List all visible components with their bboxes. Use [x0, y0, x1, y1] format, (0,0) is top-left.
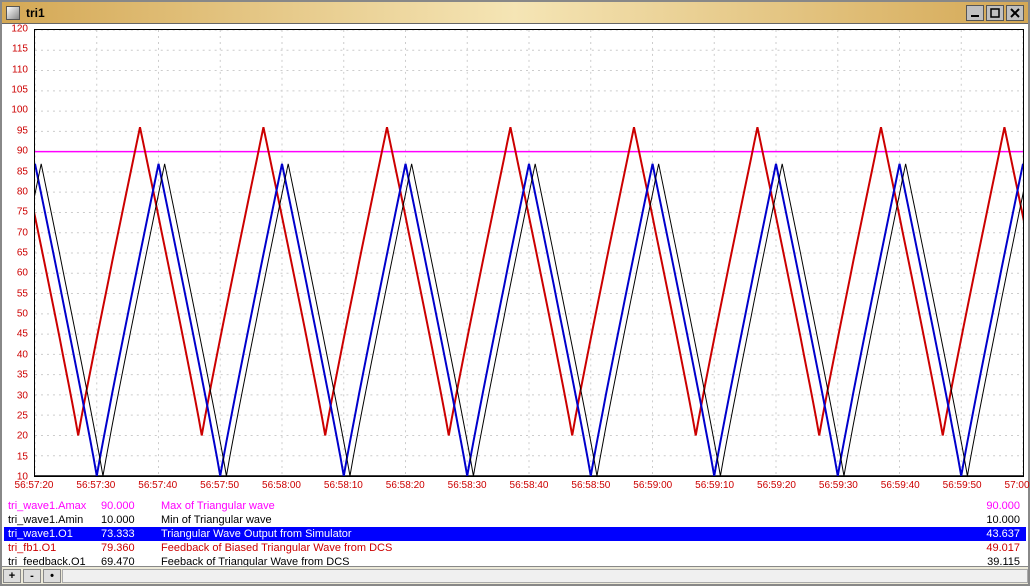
x-tick-label: 56:59:50 — [943, 480, 982, 491]
y-tick-label: 110 — [12, 64, 28, 75]
signal-tag: tri_wave1.Amin — [6, 514, 101, 526]
bottom-toolbar: + - • — [2, 566, 1028, 584]
x-tick-label: 56:58:30 — [448, 480, 487, 491]
x-tick-label: 56:59:30 — [819, 480, 858, 491]
x-tick-label: 56:58:50 — [571, 480, 610, 491]
signal-value: 79.360 — [101, 542, 161, 554]
signal-right-value: 90.000 — [964, 500, 1024, 512]
x-tick-label: 56:58:20 — [386, 480, 425, 491]
zoom-in-button[interactable]: + — [3, 569, 21, 583]
y-tick-label: 20 — [17, 431, 28, 442]
signal-desc: Min of Triangular wave — [161, 514, 964, 526]
app-window: tri1 10152025303540455055606570758085909… — [0, 0, 1030, 586]
window-controls — [966, 5, 1024, 21]
titlebar[interactable]: tri1 — [2, 2, 1028, 24]
y-tick-label: 80 — [17, 186, 28, 197]
signal-right-value: 10.000 — [964, 514, 1024, 526]
x-axis-labels: 56:57:2056:57:3056:57:4056:57:5056:58:00… — [34, 480, 1024, 498]
x-tick-label: 56:57:30 — [76, 480, 115, 491]
y-tick-label: 65 — [17, 248, 28, 259]
signal-right-value: 49.017 — [964, 542, 1024, 554]
x-tick-label: 56:59:40 — [881, 480, 920, 491]
y-tick-label: 75 — [17, 207, 28, 218]
x-tick-label: 56:58:40 — [510, 480, 549, 491]
signal-tag: tri_fb1.O1 — [6, 542, 101, 554]
y-tick-label: 50 — [17, 309, 28, 320]
signal-table: tri_wave1.Amax90.000Max of Triangular wa… — [4, 499, 1026, 569]
close-button[interactable] — [1006, 5, 1024, 21]
x-tick-label: 57:00:00 — [1005, 480, 1030, 491]
y-tick-label: 70 — [17, 227, 28, 238]
signal-desc: Feedback of Biased Triangular Wave from … — [161, 542, 964, 554]
y-tick-label: 90 — [17, 146, 28, 157]
marker-button[interactable]: • — [43, 569, 61, 583]
y-tick-label: 85 — [17, 166, 28, 177]
signal-value: 90.000 — [101, 500, 161, 512]
content-area: 1015202530354045505560657075808590951001… — [2, 24, 1028, 584]
signal-value: 73.333 — [101, 528, 161, 540]
y-tick-label: 45 — [17, 329, 28, 340]
signal-desc: Max of Triangular wave — [161, 500, 964, 512]
x-tick-label: 56:57:50 — [200, 480, 239, 491]
y-tick-label: 55 — [17, 288, 28, 299]
y-axis-labels: 1015202530354045505560657075808590951001… — [2, 29, 32, 477]
signal-tag: tri_wave1.Amax — [6, 500, 101, 512]
signal-tag: tri_wave1.O1 — [6, 528, 101, 540]
y-tick-label: 35 — [17, 370, 28, 381]
x-tick-label: 56:59:00 — [633, 480, 672, 491]
x-tick-label: 56:59:20 — [757, 480, 796, 491]
y-tick-label: 95 — [17, 125, 28, 136]
x-tick-label: 56:57:20 — [15, 480, 54, 491]
y-tick-label: 30 — [17, 390, 28, 401]
y-tick-label: 15 — [17, 451, 28, 462]
horizontal-scrollbar[interactable] — [62, 569, 1028, 583]
signal-row[interactable]: tri_wave1.O173.333Triangular Wave Output… — [4, 527, 1026, 541]
y-tick-label: 100 — [11, 105, 28, 116]
x-tick-label: 56:57:40 — [138, 480, 177, 491]
signal-right-value: 43.637 — [964, 528, 1024, 540]
signal-value: 10.000 — [101, 514, 161, 526]
maximize-button[interactable] — [986, 5, 1004, 21]
y-tick-label: 60 — [17, 268, 28, 279]
y-tick-label: 115 — [12, 44, 28, 55]
signal-desc: Triangular Wave Output from Simulator — [161, 528, 964, 540]
x-tick-label: 56:59:10 — [695, 480, 734, 491]
app-icon — [6, 6, 20, 20]
zoom-out-button[interactable]: - — [23, 569, 41, 583]
minimize-button[interactable] — [966, 5, 984, 21]
signal-row[interactable]: tri_wave1.Amin10.000Min of Triangular wa… — [4, 513, 1026, 527]
y-tick-label: 120 — [11, 24, 28, 35]
y-tick-label: 105 — [11, 85, 28, 96]
window-title: tri1 — [26, 6, 966, 20]
y-tick-label: 40 — [17, 349, 28, 360]
y-tick-label: 25 — [17, 410, 28, 421]
chart-plot-area[interactable] — [34, 29, 1024, 477]
signal-row[interactable]: tri_fb1.O179.360Feedback of Biased Trian… — [4, 541, 1026, 555]
signal-row[interactable]: tri_wave1.Amax90.000Max of Triangular wa… — [4, 499, 1026, 513]
chart-svg — [35, 30, 1023, 476]
x-tick-label: 56:58:10 — [324, 480, 363, 491]
x-tick-label: 56:58:00 — [262, 480, 301, 491]
